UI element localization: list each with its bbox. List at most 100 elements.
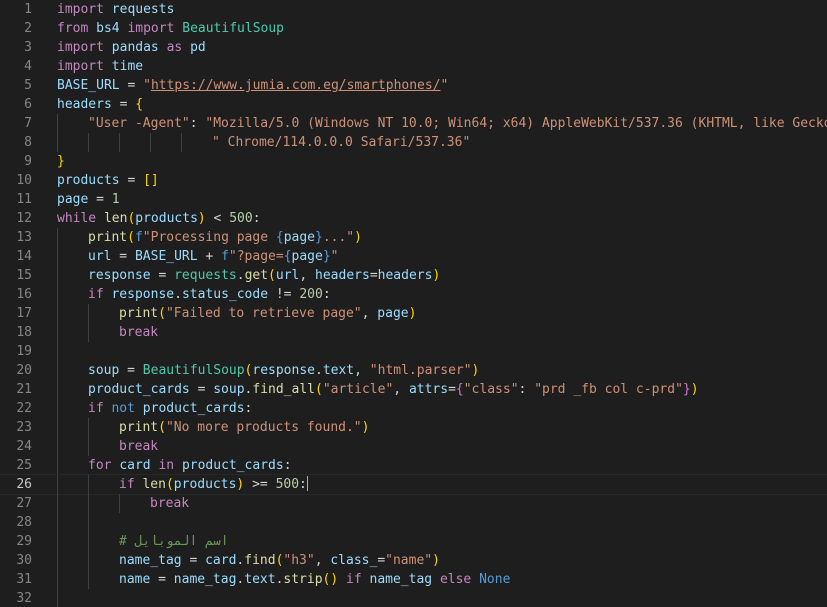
code-line[interactable]: 22 if not product_cards: — [0, 399, 827, 418]
code-token: = — [119, 78, 144, 93]
code-token: != — [268, 287, 300, 302]
code-text: print("No more products found.") — [119, 418, 369, 437]
indent-guide — [181, 133, 182, 152]
code-line[interactable]: 21 product_cards = soup.find_all("article… — [0, 380, 827, 399]
code-line[interactable]: 13 print(f"Processing page {page}...") — [0, 228, 827, 247]
code-line[interactable]: 2 from bs4 import BeautifulSoup — [0, 19, 827, 38]
code-line[interactable]: 29 # اسم الموبايل — [0, 532, 827, 551]
code-token: pandas — [111, 40, 159, 55]
code-token: ( — [127, 230, 135, 245]
line-number: 30 — [16, 553, 32, 568]
indent-guide — [57, 399, 58, 418]
code-token: "User -Agent" — [88, 116, 190, 131]
code-line[interactable]: 28 — [0, 513, 827, 532]
code-token: f — [221, 249, 229, 264]
code-line[interactable]: 8 " Chrome/114.0.0.0 Safari/537.36" — [0, 133, 827, 152]
code-token: else — [439, 572, 472, 587]
code-token: , — [314, 553, 331, 568]
indent-guide — [119, 133, 120, 152]
code-line[interactable]: 27 break — [0, 494, 827, 513]
indent-guide — [88, 437, 89, 456]
code-line[interactable]: 18 break — [0, 323, 827, 342]
code-token: soup — [213, 382, 245, 397]
code-line[interactable]: 5 BASE_URL = "https://www.jumia.com.eg/sm… — [0, 76, 827, 95]
line-number: 14 — [16, 249, 32, 264]
text-cursor — [306, 476, 308, 491]
line-number: 24 — [16, 439, 32, 454]
code-editor[interactable]: 1 import requests 2 from bs4 import Beautif… — [0, 0, 827, 607]
line-number: 19 — [16, 344, 32, 359]
code-token: products — [135, 211, 198, 226]
line-number: 11 — [16, 192, 32, 207]
code-text: print("Failed to retrieve page", page) — [119, 304, 416, 323]
code-token: import — [57, 2, 104, 17]
code-line[interactable]: 19 — [0, 342, 827, 361]
code-token: : — [244, 401, 253, 416]
code-token: product_cards — [88, 382, 190, 397]
code-line[interactable]: 6 headers = { — [0, 95, 827, 114]
code-line[interactable]: 12 while len(products) < 500: — [0, 209, 827, 228]
code-token: = — [88, 192, 112, 207]
line-number: 21 — [16, 382, 32, 397]
code-token: ) — [354, 230, 362, 245]
code-line[interactable]: 11 page = 1 — [0, 190, 827, 209]
code-line[interactable]: 3 import pandas as pd — [0, 38, 827, 57]
code-token: } — [322, 249, 331, 264]
code-token: ) — [690, 382, 699, 397]
code-token: ) — [197, 211, 206, 226]
line-number: 1 — [24, 2, 32, 17]
code-token: = — [150, 572, 174, 587]
code-line[interactable]: 24 break — [0, 437, 827, 456]
code-token: "Mozilla/5.0 (Windows NT 10.0; Win64; x6… — [205, 116, 827, 131]
code-text: url = BASE_URL + f"?page={page}" — [88, 247, 339, 266]
line-number: 2 — [24, 21, 32, 36]
indent-guide — [88, 133, 89, 152]
code-token: = — [119, 363, 143, 378]
line-number: 27 — [16, 496, 32, 511]
code-text: response = requests.get(url, headers=hea… — [88, 266, 440, 285]
indent-guide — [57, 304, 58, 323]
code-token: get — [244, 268, 269, 283]
code-token: "article" — [322, 382, 394, 397]
code-token: "Processing page — [142, 230, 276, 245]
line-number: 23 — [16, 420, 32, 435]
code-text: } — [57, 152, 65, 171]
code-token: page — [291, 249, 323, 264]
code-line[interactable]: 16 if response.status_code != 200: — [0, 285, 827, 304]
code-token: " — [440, 78, 449, 93]
code-text: products = [] — [57, 171, 159, 190]
code-line[interactable]: 7 "User -Agent": "Mozilla/5.0 (Windows NT… — [0, 114, 827, 133]
code-token: text — [322, 363, 355, 378]
code-token: find — [244, 553, 276, 568]
indent-guide — [57, 513, 58, 532]
line-number: 8 — [24, 135, 32, 150]
code-line[interactable]: 1 import requests — [0, 0, 827, 19]
code-token: = — [189, 382, 214, 397]
indent-guide — [57, 494, 58, 513]
code-token: 200 — [299, 287, 323, 302]
code-token: name_tag — [119, 553, 182, 568]
code-line[interactable]: 17 print("Failed to retrieve page", page) — [0, 304, 827, 323]
indent-guide — [57, 133, 58, 152]
code-line[interactable]: 15 response = requests.get(url, headers=h… — [0, 266, 827, 285]
code-line[interactable]: 4 import time — [0, 57, 827, 76]
code-line[interactable]: 26 if len(products) >= 500: — [0, 474, 827, 495]
code-line[interactable]: 20 soup = BeautifulSoup(response.text, "h… — [0, 361, 827, 380]
code-token: : — [189, 116, 206, 131]
code-line[interactable]: 14 url = BASE_URL + f"?page={page}" — [0, 247, 827, 266]
code-token: "prd _fb col c-prd" — [534, 382, 683, 397]
code-line[interactable]: 25 for card in product_cards: — [0, 456, 827, 475]
code-token: url — [88, 249, 112, 264]
code-token: if — [119, 477, 135, 492]
code-text: break — [150, 494, 189, 513]
code-line[interactable]: 23 print("No more products found.") — [0, 418, 827, 437]
code-token: ) — [361, 420, 370, 435]
code-line[interactable]: 10 products = [] — [0, 171, 827, 190]
code-token: text — [244, 572, 276, 587]
indent-guide — [57, 114, 58, 133]
code-line[interactable]: 9} — [0, 152, 827, 171]
code-token: headers — [377, 268, 433, 283]
indent-guide — [88, 513, 89, 532]
code-token: "Failed to retrieve page" — [165, 306, 362, 321]
